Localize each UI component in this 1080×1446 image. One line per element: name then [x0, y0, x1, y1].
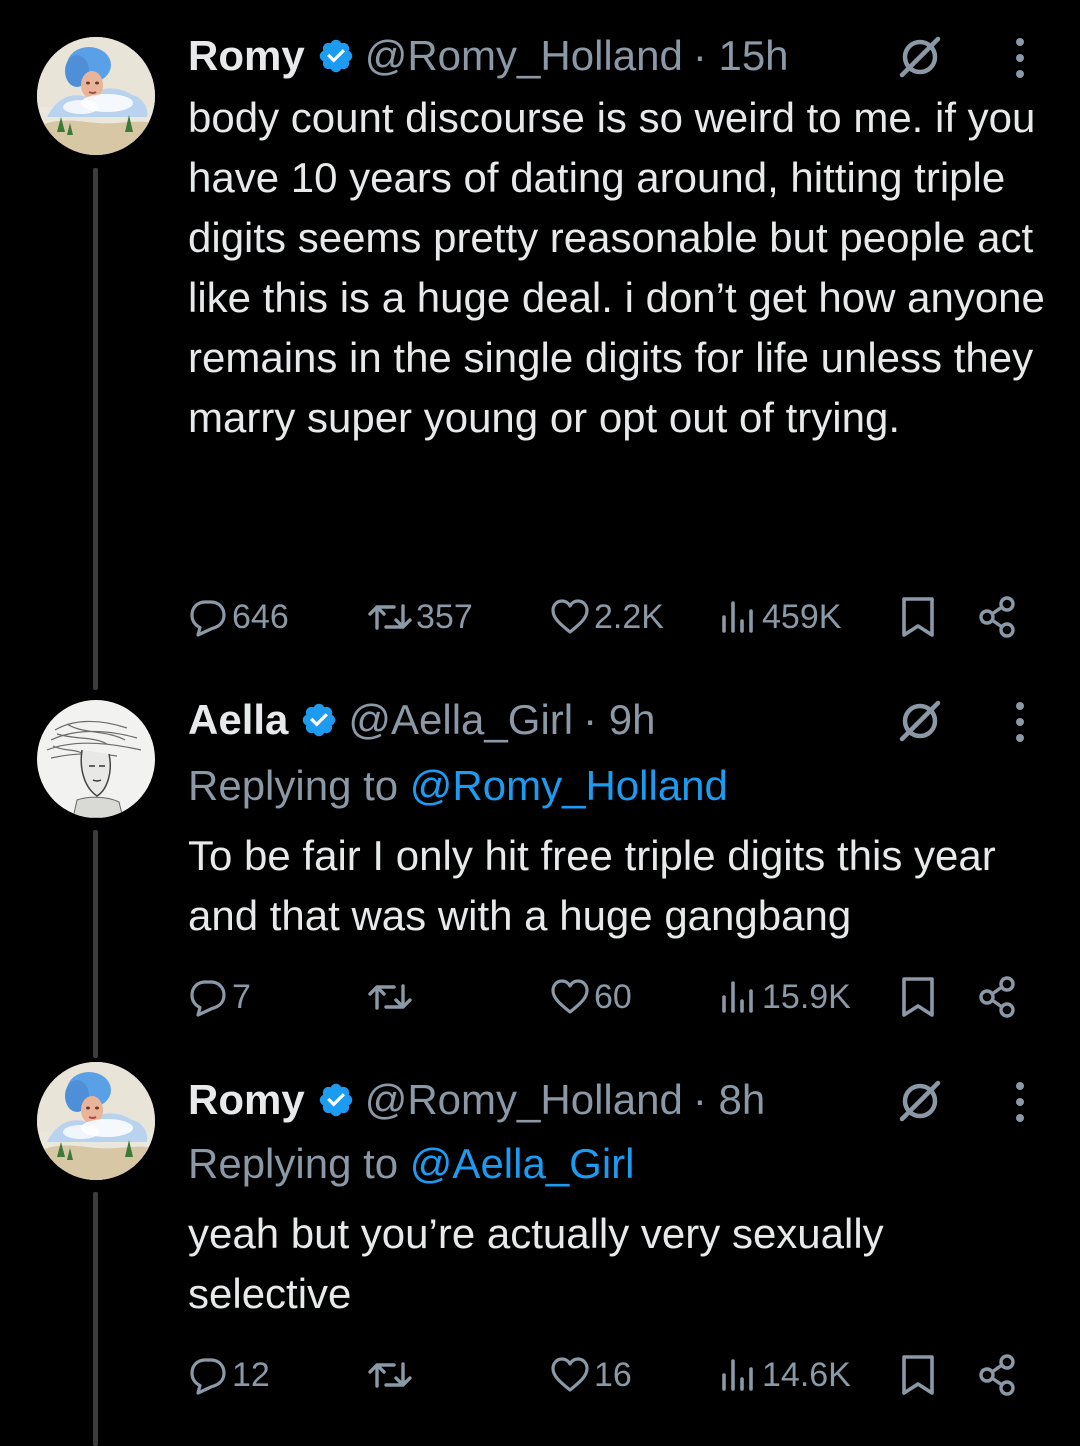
mute-icon[interactable]	[896, 1077, 944, 1125]
reply-button[interactable]: 7	[188, 972, 251, 1022]
author-handle[interactable]: @Aella_Girl	[348, 696, 573, 744]
replying-mention-link[interactable]: @Aella_Girl	[410, 1140, 635, 1187]
mute-icon[interactable]	[896, 697, 944, 745]
view-count: 14.6K	[762, 1355, 851, 1394]
avatar[interactable]	[37, 700, 155, 818]
bookmark-button[interactable]	[898, 592, 938, 642]
verified-badge-icon	[317, 1081, 355, 1119]
heart-icon	[550, 597, 590, 637]
replying-mention-link[interactable]: @Romy_Holland	[410, 762, 728, 809]
reply-icon	[188, 597, 228, 637]
verified-badge-icon	[317, 37, 355, 75]
thread-line	[93, 830, 98, 1058]
retweet-icon	[368, 977, 412, 1017]
replying-label: Replying to	[188, 762, 399, 809]
reply-icon	[188, 1355, 228, 1395]
like-count: 2.2K	[594, 597, 664, 636]
like-button[interactable]: 60	[550, 972, 632, 1022]
views-button[interactable]: 15.9K	[718, 972, 851, 1022]
author-handle[interactable]: @Romy_Holland	[365, 1076, 683, 1124]
retweet-button[interactable]: 357	[368, 592, 473, 642]
retweet-icon	[368, 597, 412, 637]
more-options-icon[interactable]	[1013, 36, 1027, 80]
bookmark-icon	[898, 595, 938, 639]
replying-to: Replying to @Romy_Holland	[188, 762, 728, 810]
avatar[interactable]	[37, 1062, 155, 1180]
tweet-header: Aella @Aella_Girl · 9h	[188, 690, 1080, 750]
action-bar: 7 60 15.9K	[188, 972, 1048, 1022]
replying-to: Replying to @Aella_Girl	[188, 1140, 635, 1188]
views-icon	[718, 977, 758, 1017]
reply-button[interactable]: 646	[188, 592, 289, 642]
action-bar: 12 16 14.6K	[188, 1350, 1048, 1400]
retweet-icon	[368, 1355, 412, 1395]
like-count: 16	[594, 1355, 632, 1394]
more-options-icon[interactable]	[1013, 1080, 1027, 1124]
tweet-header: Romy @Romy_Holland · 15h	[188, 26, 1080, 86]
action-bar: 646 357 2.2K 459K	[188, 592, 1048, 642]
retweet-button[interactable]	[368, 972, 416, 1022]
share-button[interactable]	[976, 1350, 1020, 1400]
retweet-button[interactable]	[368, 1350, 416, 1400]
view-count: 15.9K	[762, 977, 851, 1016]
bookmark-icon	[898, 1353, 938, 1397]
verified-badge-icon	[300, 701, 338, 739]
author-name[interactable]: Romy	[188, 32, 305, 80]
tweet-timestamp[interactable]: · 15h	[693, 32, 789, 80]
bookmark-icon	[898, 975, 938, 1019]
author-handle[interactable]: @Romy_Holland	[365, 32, 683, 80]
heart-icon	[550, 977, 590, 1017]
reply-count: 646	[232, 597, 289, 636]
avatar-aella-icon	[37, 700, 155, 818]
reply-button[interactable]: 12	[188, 1350, 270, 1400]
share-icon	[976, 975, 1020, 1019]
bookmark-button[interactable]	[898, 1350, 938, 1400]
retweet-count: 357	[416, 597, 473, 636]
reply-count: 7	[232, 977, 251, 1016]
author-name[interactable]: Aella	[188, 696, 288, 744]
like-button[interactable]: 2.2K	[550, 592, 664, 642]
like-count: 60	[594, 977, 632, 1016]
more-options-icon[interactable]	[1013, 700, 1027, 744]
avatar-romy-icon	[37, 37, 155, 155]
reply-icon	[188, 977, 228, 1017]
view-count: 459K	[762, 597, 842, 636]
heart-icon	[550, 1355, 590, 1395]
author-name[interactable]: Romy	[188, 1076, 305, 1124]
views-icon	[718, 1355, 758, 1395]
tweet-text: yeah but you’re actually very sexually s…	[188, 1210, 884, 1317]
mute-icon[interactable]	[896, 33, 944, 81]
like-button[interactable]: 16	[550, 1350, 632, 1400]
bookmark-button[interactable]	[898, 972, 938, 1022]
tweet-timestamp[interactable]: · 8h	[693, 1076, 765, 1124]
share-button[interactable]	[976, 972, 1020, 1022]
tweet-text: To be fair I only hit free triple digits…	[188, 832, 996, 939]
avatar[interactable]	[37, 37, 155, 155]
avatar-romy-icon	[37, 1062, 155, 1180]
replying-label: Replying to	[188, 1140, 399, 1187]
share-button[interactable]	[976, 592, 1020, 642]
reply-count: 12	[232, 1355, 270, 1394]
views-button[interactable]: 14.6K	[718, 1350, 851, 1400]
share-icon	[976, 1353, 1020, 1397]
tweet-header: Romy @Romy_Holland · 8h	[188, 1070, 1080, 1130]
tweet-text: body count discourse is so weird to me. …	[188, 94, 1045, 441]
views-button[interactable]: 459K	[718, 592, 841, 642]
views-icon	[718, 597, 758, 637]
share-icon	[976, 595, 1020, 639]
tweet-timestamp[interactable]: · 9h	[583, 696, 655, 744]
thread-line	[93, 168, 98, 690]
thread-line	[93, 1192, 98, 1446]
